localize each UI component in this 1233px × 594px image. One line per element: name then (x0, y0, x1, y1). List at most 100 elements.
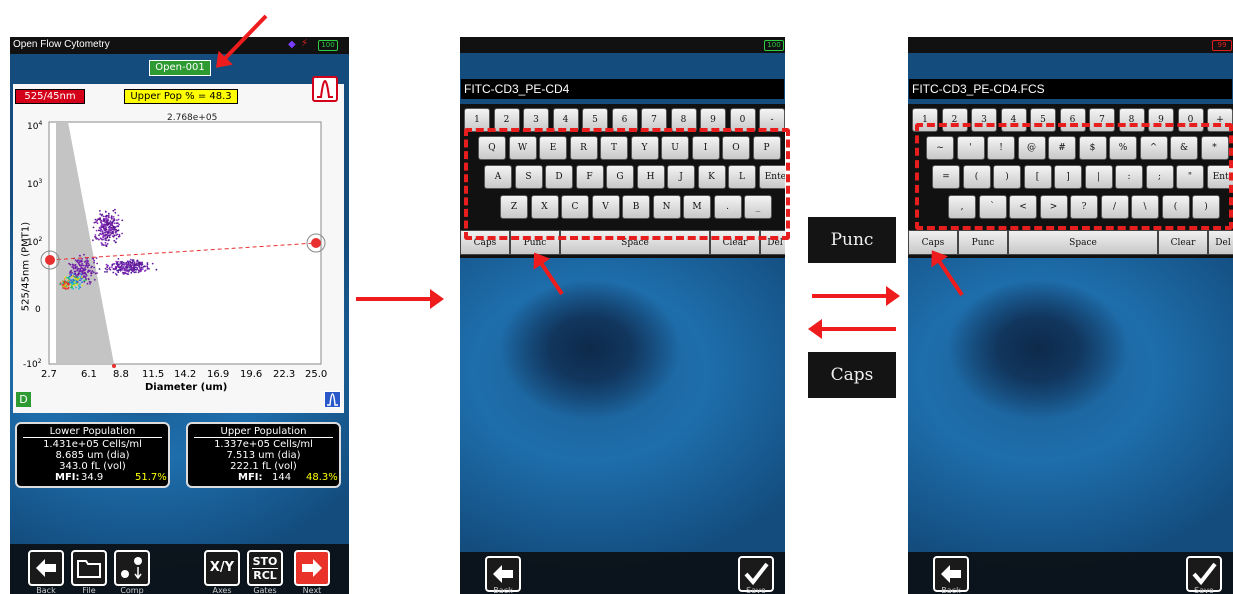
scatter-point (108, 236, 111, 239)
punc-callout: Punc (808, 217, 896, 263)
scatter-point (59, 283, 62, 286)
scatter-point (98, 268, 101, 270)
plot-panel: 525/45nm Upper Pop % = 48.3 2.768e+05 10… (13, 76, 344, 413)
scatter-plot[interactable] (13, 84, 344, 413)
scatter-point (100, 221, 102, 224)
scatter-point (136, 267, 139, 269)
keyboard-screen-punctuation: 99 FITC-CD3_PE-CD4.FCS 1 2 3 4 5 6 7 8 9 0 + ~ '! @ # $… (908, 37, 1233, 594)
gates-icon-top: STO (252, 555, 278, 569)
scatter-point (108, 268, 111, 270)
axis-top-value: 2.768e+05 (167, 113, 218, 123)
scatter-point (114, 208, 116, 211)
gates-icon-bottom: RCL (253, 569, 277, 582)
y-tick-1: 104 (27, 120, 43, 132)
scatter-point (104, 271, 106, 273)
scatter-point (95, 237, 98, 240)
scatter-point (106, 271, 108, 273)
caps-callout: Caps (808, 352, 896, 398)
scatter-point (107, 231, 109, 234)
scatter-point (107, 218, 109, 221)
scatter-point (82, 272, 85, 275)
scatter-point (99, 213, 102, 216)
sample-label[interactable]: Open-001 (149, 60, 211, 76)
app-title: Open Flow Cytometry (13, 39, 110, 50)
scatter-point (107, 234, 110, 237)
scatter-point (105, 221, 108, 224)
filename-input[interactable]: FITC-CD3_PE-CD4.FCS (909, 79, 1232, 99)
scatter-point (76, 268, 79, 271)
scatter-point (90, 274, 92, 277)
scatter-point (136, 259, 139, 262)
scatter-point (146, 265, 149, 268)
scatter-point (126, 270, 128, 272)
scatter-point (78, 287, 80, 290)
gate-foot-marker (112, 364, 116, 368)
scatter-point (64, 287, 67, 290)
scatter-point (81, 271, 83, 274)
scatter-point (71, 286, 73, 289)
scatter-point (85, 263, 88, 265)
scatter-point (73, 284, 75, 287)
scatter-point (119, 267, 121, 269)
scatter-point (86, 266, 89, 269)
scatter-point (104, 241, 107, 244)
scatter-point (90, 266, 92, 269)
axes-label: Axes (212, 586, 232, 594)
scatter-point (74, 270, 77, 273)
histogram-button[interactable] (324, 391, 341, 408)
annotation-arrow-to-punc-screen (812, 286, 900, 306)
comp-button[interactable] (114, 550, 150, 586)
scatter-point (116, 233, 119, 236)
back-button[interactable] (28, 550, 64, 586)
punc-key[interactable]: Punc (958, 230, 1008, 255)
scatter-point (109, 228, 112, 231)
upper-title: Upper Population (194, 426, 333, 438)
axes-icon: X/Y (209, 560, 235, 575)
scatter-point (62, 285, 65, 288)
scatter-point (139, 268, 142, 271)
del-key[interactable]: Del (1208, 230, 1233, 255)
scatter-point (88, 264, 91, 266)
scatter-point (100, 242, 103, 244)
histogram-icon (327, 393, 338, 406)
scatter-point (134, 264, 136, 266)
filename-input[interactable]: FITC-CD3_PE-CD4 (461, 79, 784, 99)
scatter-point (96, 222, 99, 225)
scatter-point (78, 285, 80, 287)
gates-button[interactable]: STO RCL (247, 550, 283, 586)
gate-handle-right-dot (311, 238, 321, 248)
scatter-point (104, 229, 107, 232)
scatter-point (114, 268, 117, 271)
scatter-point (86, 282, 89, 285)
scatter-point (102, 244, 105, 246)
scatter-point (103, 217, 105, 220)
battery-indicator: 100 (318, 40, 338, 51)
battery-indicator: 99 (1212, 40, 1232, 51)
scatter-point (135, 262, 138, 265)
scatter-point (108, 239, 110, 241)
space-key[interactable]: Space (1008, 230, 1158, 255)
lower-mfi-row: MFI: 34.9 51.7% (17, 472, 168, 483)
scatter-point (96, 272, 98, 274)
scatter-point (97, 229, 100, 232)
scatter-point (120, 265, 123, 267)
file-button[interactable] (71, 550, 107, 586)
scatter-point (113, 234, 116, 237)
scatter-point (105, 245, 108, 248)
scatter-point (81, 260, 83, 262)
next-button[interactable] (294, 550, 330, 586)
d-badge[interactable]: D (16, 392, 31, 407)
scatter-point (83, 253, 85, 256)
scatter-point (81, 284, 84, 287)
scatter-point (79, 283, 81, 285)
clear-key[interactable]: Clear (1158, 230, 1208, 255)
axes-button[interactable]: X/Y (204, 550, 240, 586)
scatter-point (100, 214, 103, 217)
scatter-point (114, 231, 117, 234)
scatter-point (79, 255, 81, 257)
scatter-point (144, 269, 147, 272)
scatter-point (116, 225, 118, 228)
scatter-point (130, 271, 133, 274)
lower-cells: 1.431e+05 Cells/ml (43, 439, 142, 450)
scatter-point (116, 263, 118, 265)
